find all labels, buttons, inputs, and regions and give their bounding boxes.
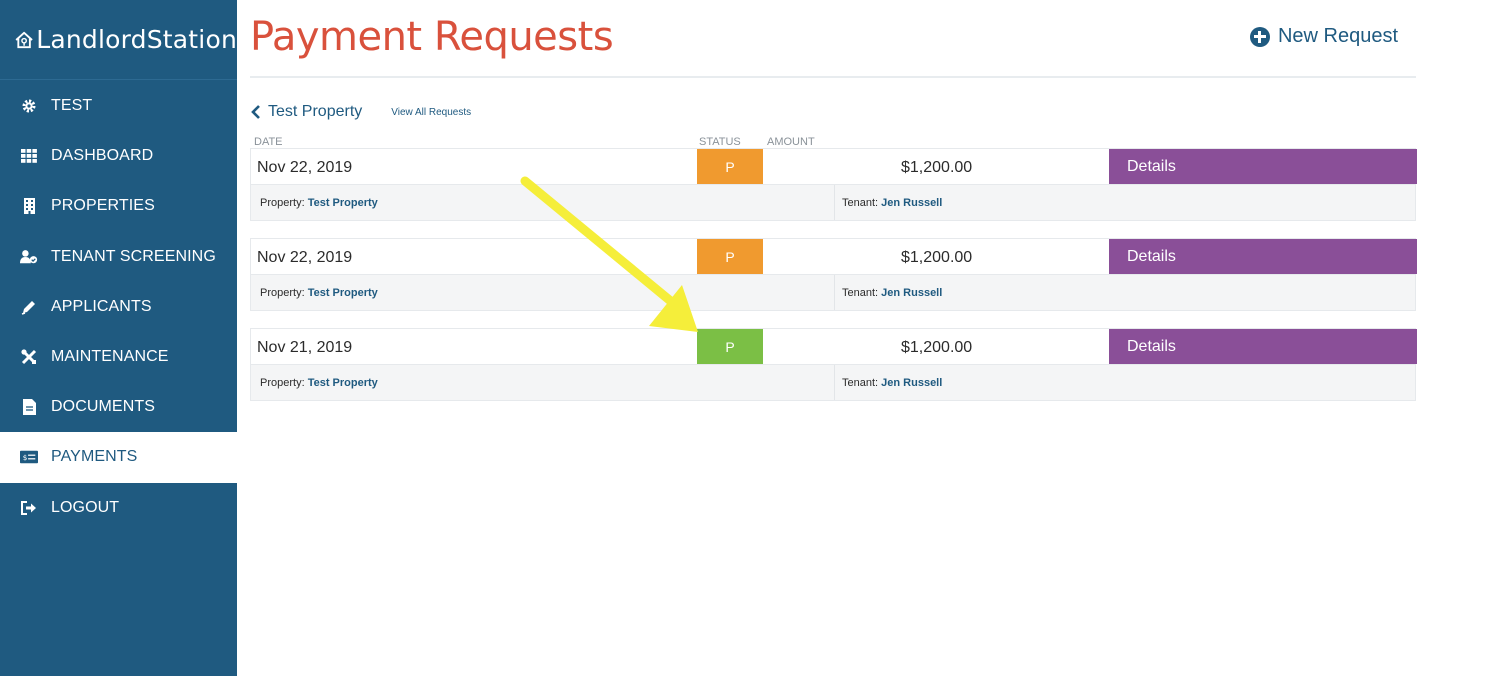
app: LandlordStation TEST DASHBOARD PROPERTIE… (0, 0, 1496, 676)
sidebar-item-test[interactable]: TEST (0, 81, 237, 131)
property-link[interactable]: Test Property (308, 287, 378, 299)
column-headers: DATE STATUS AMOUNT (250, 124, 1416, 148)
document-icon (20, 398, 38, 416)
logout-icon (20, 499, 38, 517)
payment-request: Nov 22, 2019 P $1,200.00 Details Propert… (250, 238, 1417, 311)
payment-request-summary: Nov 22, 2019 P $1,200.00 Details (251, 149, 1417, 185)
payment-request-summary: Nov 22, 2019 P $1,200.00 Details (251, 239, 1417, 275)
details-button[interactable]: Details (1109, 329, 1417, 364)
tools-icon (20, 348, 38, 366)
tenant-info: Tenant: Jen Russell (842, 287, 942, 299)
logo[interactable]: LandlordStation (0, 0, 237, 80)
breadcrumb: Test Property View All Requests (250, 78, 1416, 124)
sidebar-item-label: DASHBOARD (51, 147, 154, 165)
sidebar-item-label: APPLICANTS (51, 297, 152, 315)
payment-request-meta: Property: Test Property Tenant: Jen Russ… (251, 365, 1415, 400)
page-title: Payment Requests (250, 14, 614, 60)
column-header-status: STATUS (699, 136, 741, 148)
request-amount: $1,200.00 (901, 249, 973, 266)
chevron-left-icon (251, 105, 260, 119)
pen-icon (20, 298, 38, 316)
property-info: Property: Test Property (260, 377, 378, 389)
plus-circle-icon (1249, 26, 1270, 47)
property-link[interactable]: Test Property (308, 377, 378, 389)
payment-request: Nov 21, 2019 P $1,200.00 Details Propert… (250, 328, 1417, 401)
house-logo-icon (15, 31, 33, 48)
sidebar-item-logout[interactable]: LOGOUT (0, 483, 237, 533)
payment-request-meta: Property: Test Property Tenant: Jen Russ… (251, 275, 1415, 310)
details-button[interactable]: Details (1109, 149, 1417, 184)
sidebar-item-documents[interactable]: DOCUMENTS (0, 382, 237, 432)
status-badge: P (697, 329, 763, 364)
svg-text:$: $ (23, 454, 28, 463)
request-date: Nov 22, 2019 (257, 249, 353, 266)
sidebar: LandlordStation TEST DASHBOARD PROPERTIE… (0, 0, 237, 676)
divider (834, 185, 835, 220)
property-info: Property: Test Property (260, 197, 378, 209)
sidebar-item-label: LOGOUT (51, 498, 120, 516)
brand-name: LandlordStation (36, 25, 237, 54)
tenant-link[interactable]: Jen Russell (881, 377, 942, 389)
status-badge: P (697, 149, 763, 184)
new-request-label: New Request (1277, 25, 1398, 47)
grid-icon (20, 147, 38, 165)
request-date: Nov 21, 2019 (257, 339, 353, 356)
payment-request-meta: Property: Test Property Tenant: Jen Russ… (251, 185, 1415, 220)
sidebar-item-label: MAINTENANCE (51, 348, 169, 366)
property-label: Property: (260, 287, 305, 299)
page-header: Payment Requests New Request (250, 0, 1416, 78)
user-check-icon (20, 248, 38, 266)
sidebar-item-label: TEST (51, 97, 93, 115)
request-list: Nov 22, 2019 P $1,200.00 Details Propert… (250, 148, 1417, 401)
property-label: Property: (260, 377, 305, 389)
sidebar-item-label: PAYMENTS (51, 448, 138, 466)
property-info: Property: Test Property (260, 287, 378, 299)
breadcrumb-property: Test Property (268, 103, 363, 120)
gear-icon (20, 97, 38, 115)
back-to-property-link[interactable]: Test Property (250, 103, 362, 121)
tenant-info: Tenant: Jen Russell (842, 377, 942, 389)
tenant-label: Tenant: (842, 287, 879, 299)
sidebar-item-tenant-screening[interactable]: TENANT SCREENING (0, 232, 237, 282)
details-button[interactable]: Details (1109, 239, 1417, 274)
payment-request-summary: Nov 21, 2019 P $1,200.00 Details (251, 329, 1417, 365)
sidebar-item-applicants[interactable]: APPLICANTS (0, 282, 237, 332)
tenant-link[interactable]: Jen Russell (881, 287, 942, 299)
tenant-label: Tenant: (842, 197, 879, 209)
building-icon (20, 197, 38, 215)
divider (834, 365, 835, 400)
property-label: Property: (260, 197, 305, 209)
divider (834, 275, 835, 310)
main-content: Payment Requests New Request Test Proper… (250, 0, 1417, 401)
tenant-link[interactable]: Jen Russell (881, 197, 942, 209)
sidebar-item-maintenance[interactable]: MAINTENANCE (0, 332, 237, 382)
sidebar-item-label: DOCUMENTS (51, 398, 156, 416)
money-icon: $ (20, 448, 38, 466)
status-badge: P (697, 239, 763, 274)
sidebar-item-dashboard[interactable]: DASHBOARD (0, 131, 237, 181)
column-header-amount: AMOUNT (767, 136, 815, 148)
payment-request: Nov 22, 2019 P $1,200.00 Details Propert… (250, 148, 1417, 221)
sidebar-nav: TEST DASHBOARD PROPERTIES TENANT SCREENI… (0, 80, 237, 533)
column-header-date: DATE (254, 136, 283, 148)
sidebar-item-label: TENANT SCREENING (51, 247, 216, 265)
request-date: Nov 22, 2019 (257, 159, 353, 176)
view-all-requests-link[interactable]: View All Requests (391, 107, 471, 118)
tenant-label: Tenant: (842, 377, 879, 389)
sidebar-item-label: PROPERTIES (51, 197, 155, 215)
request-amount: $1,200.00 (901, 339, 973, 356)
tenant-info: Tenant: Jen Russell (842, 197, 942, 209)
sidebar-item-payments[interactable]: $ PAYMENTS (0, 432, 237, 483)
sidebar-item-properties[interactable]: PROPERTIES (0, 181, 237, 231)
property-link[interactable]: Test Property (308, 197, 378, 209)
request-amount: $1,200.00 (901, 159, 973, 176)
new-request-button[interactable]: New Request (1249, 25, 1398, 48)
